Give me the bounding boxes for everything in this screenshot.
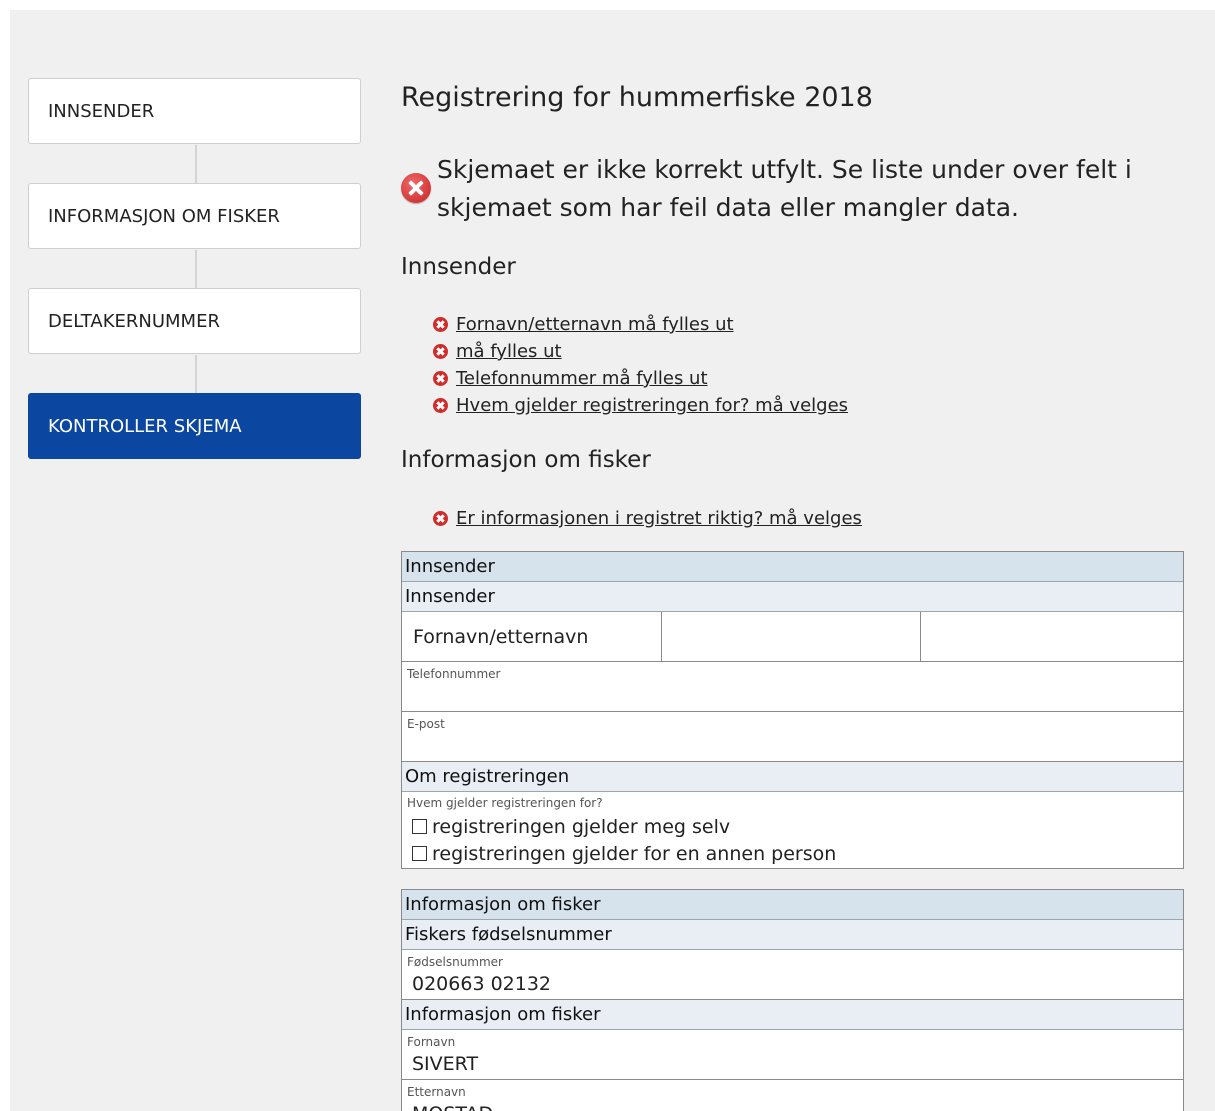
fornavn-row: Fornavn SIVERT	[402, 1030, 1183, 1080]
registration-question: Hvem gjelder registreringen for? registr…	[402, 792, 1183, 868]
step-informasjon-om-fisker[interactable]: INFORMASJON OM FISKER	[28, 183, 361, 249]
error-link[interactable]: Fornavn/etternavn må fylles ut	[456, 314, 734, 335]
step-label: INNSENDER	[48, 100, 155, 122]
error-item: Hvem gjelder registreringen for? må velg…	[433, 392, 848, 419]
validation-alert: Skjemaet er ikke korrekt utfylt. Se list…	[437, 155, 1132, 222]
error-icon	[433, 344, 448, 359]
last-name-value	[921, 612, 1183, 661]
error-link[interactable]: Er informasjonen i registret riktig? må …	[456, 508, 862, 529]
error-icon	[433, 398, 448, 413]
error-section-heading: Innsender	[401, 254, 516, 280]
step-connector	[195, 250, 197, 288]
summary-header: Innsender	[402, 552, 1183, 582]
name-label: Fornavn/etternavn	[402, 612, 662, 661]
step-label: INFORMASJON OM FISKER	[48, 205, 280, 227]
step-connector	[195, 145, 197, 183]
fnr-label: Fødselsnummer	[407, 955, 503, 969]
options-group: registreringen gjelder meg selv registre…	[402, 813, 1183, 867]
innsender-summary: Innsender Innsender Fornavn/etternavn Te…	[401, 551, 1184, 869]
fornavn-label: Fornavn	[407, 1035, 456, 1049]
option-label: registreringen gjelder meg selv	[432, 815, 731, 838]
etternavn-label: Etternavn	[407, 1085, 466, 1099]
error-icon	[433, 317, 448, 332]
checkbox[interactable]	[412, 819, 427, 834]
fnr-value: 020663 02132	[412, 973, 552, 995]
checkbox[interactable]	[412, 846, 427, 861]
summary-subheader: Informasjon om fisker	[402, 1000, 1183, 1030]
error-link[interactable]: Hvem gjelder registreringen for? må velg…	[456, 395, 848, 416]
error-link[interactable]: må fylles ut	[456, 341, 562, 362]
error-link[interactable]: Telefonnummer må fylles ut	[456, 368, 708, 389]
error-item: Telefonnummer må fylles ut	[433, 365, 848, 392]
question-label: Hvem gjelder registreringen for?	[407, 796, 603, 810]
error-icon	[433, 511, 448, 526]
email-row: E-post	[402, 712, 1183, 762]
step-kontroller-skjema[interactable]: KONTROLLER SKJEMA	[28, 393, 361, 459]
error-section-heading: Informasjon om fisker	[401, 447, 651, 473]
summary-header: Informasjon om fisker	[402, 890, 1183, 920]
name-row: Fornavn/etternavn	[402, 612, 1183, 662]
first-name-value	[662, 612, 922, 661]
fisker-summary: Informasjon om fisker Fiskers fødselsnum…	[401, 889, 1184, 1111]
page-frame: INNSENDER INFORMASJON OM FISKER DELTAKER…	[10, 10, 1215, 1111]
fnr-row: Fødselsnummer 020663 02132	[402, 950, 1183, 1000]
error-item: må fylles ut	[433, 338, 848, 365]
phone-row: Telefonnummer	[402, 662, 1183, 712]
step-deltakernummer[interactable]: DELTAKERNUMMER	[28, 288, 361, 354]
option-annen-person[interactable]: registreringen gjelder for en annen pers…	[402, 840, 1183, 867]
step-connector	[195, 355, 197, 393]
option-meg-selv[interactable]: registreringen gjelder meg selv	[402, 813, 1183, 840]
etternavn-value: MOSTAD	[412, 1103, 493, 1111]
step-label: DELTAKERNUMMER	[48, 310, 220, 332]
error-icon	[433, 371, 448, 386]
error-list: Er informasjonen i registret riktig? må …	[433, 505, 862, 532]
summary-subheader: Innsender	[402, 582, 1183, 612]
email-label: E-post	[407, 717, 445, 731]
option-label: registreringen gjelder for en annen pers…	[432, 842, 837, 865]
error-item: Er informasjonen i registret riktig? må …	[433, 505, 862, 532]
fornavn-value: SIVERT	[412, 1053, 479, 1075]
phone-label: Telefonnummer	[407, 667, 501, 681]
etternavn-row: Etternavn MOSTAD	[402, 1080, 1183, 1111]
page-title: Registrering for hummerfiske 2018	[401, 82, 873, 113]
registration-header: Om registreringen	[402, 762, 1183, 792]
step-innsender[interactable]: INNSENDER	[28, 78, 361, 144]
step-label: KONTROLLER SKJEMA	[48, 415, 242, 437]
error-item: Fornavn/etternavn må fylles ut	[433, 311, 848, 338]
error-icon	[401, 173, 431, 203]
error-list: Fornavn/etternavn må fylles ut må fylles…	[433, 311, 848, 419]
summary-subheader: Fiskers fødselsnummer	[402, 920, 1183, 950]
